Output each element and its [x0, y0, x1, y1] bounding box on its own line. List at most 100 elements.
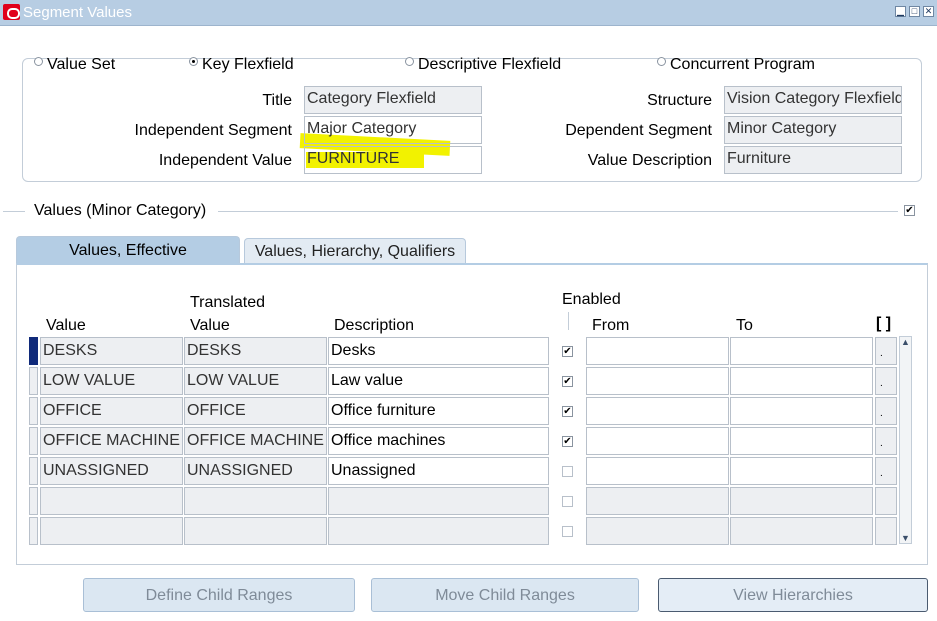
- from-date-cell[interactable]: [586, 487, 729, 515]
- value-description-field[interactable]: Furniture: [724, 146, 902, 174]
- to-date-cell[interactable]: [730, 457, 873, 485]
- translated-value-cell[interactable]: [184, 517, 327, 545]
- translated-value-cell[interactable]: OFFICE MACHINE: [184, 427, 327, 455]
- enabled-checkbox[interactable]: ✔: [562, 376, 573, 387]
- close-icon[interactable]: ✕: [923, 6, 934, 17]
- value-cell[interactable]: OFFICE: [40, 397, 183, 425]
- row-indicator[interactable]: [29, 397, 38, 425]
- row-indicator[interactable]: [29, 487, 38, 515]
- radio-key-flexfield[interactable]: Key Flexfield: [189, 56, 294, 76]
- from-date-cell[interactable]: [586, 367, 729, 395]
- description-cell[interactable]: Unassigned: [328, 457, 549, 485]
- column-header-enabled: Enabled: [562, 291, 621, 308]
- values-section-checkbox[interactable]: ✔: [904, 205, 915, 216]
- row-dff-cell[interactable]: .: [875, 427, 897, 455]
- from-date-cell[interactable]: [586, 427, 729, 455]
- maximize-icon[interactable]: □: [909, 6, 920, 17]
- folder-icon[interactable]: [ ]: [876, 315, 891, 333]
- to-date-cell[interactable]: [730, 487, 873, 515]
- translated-value-cell[interactable]: DESKS: [184, 337, 327, 365]
- dependent-segment-label: Dependent Segment: [565, 122, 712, 139]
- value-cell[interactable]: LOW VALUE: [40, 367, 183, 395]
- independent-value-field[interactable]: FURNITURE: [304, 146, 482, 174]
- title-field[interactable]: Category Flexfield: [304, 86, 482, 114]
- value-cell[interactable]: UNASSIGNED: [40, 457, 183, 485]
- to-date-cell[interactable]: [730, 397, 873, 425]
- radio-label: Key Flexfield: [202, 56, 294, 73]
- to-date-cell[interactable]: [730, 517, 873, 545]
- radio-descriptive-flexfield[interactable]: Descriptive Flexfield: [405, 56, 561, 76]
- from-date-cell[interactable]: [586, 457, 729, 485]
- description-cell[interactable]: Office furniture: [328, 397, 549, 425]
- column-header-translated-value: Value: [190, 317, 230, 334]
- translated-value-cell[interactable]: UNASSIGNED: [184, 457, 327, 485]
- independent-segment-field[interactable]: Major Category: [304, 116, 482, 144]
- from-date-cell[interactable]: [586, 397, 729, 425]
- enabled-checkbox[interactable]: [562, 466, 573, 477]
- radio-label: Concurrent Program: [670, 56, 815, 73]
- structure-label: Structure: [647, 92, 712, 109]
- description-cell[interactable]: Desks: [328, 337, 549, 365]
- enabled-divider: [568, 312, 569, 330]
- define-child-ranges-button[interactable]: Define Child Ranges: [83, 578, 355, 612]
- row-dff-cell[interactable]: [875, 487, 897, 515]
- enabled-checkbox[interactable]: ✔: [562, 346, 573, 357]
- tab-values-effective[interactable]: Values, Effective: [16, 236, 240, 264]
- radio-label: Value Set: [47, 56, 116, 73]
- row-indicator[interactable]: [29, 427, 38, 455]
- description-cell[interactable]: [328, 517, 549, 545]
- radio-label: Descriptive Flexfield: [418, 56, 562, 73]
- column-header-from: From: [592, 317, 630, 334]
- from-date-cell[interactable]: [586, 517, 729, 545]
- scroll-down-icon[interactable]: ▼: [901, 533, 910, 543]
- radio-dot: [405, 57, 414, 66]
- radio-dot: [34, 57, 43, 66]
- tab-values-hierarchy-qualifiers[interactable]: Values, Hierarchy, Qualifiers: [244, 238, 466, 264]
- radio-concurrent-program[interactable]: Concurrent Program: [657, 56, 815, 76]
- row-indicator[interactable]: [29, 367, 38, 395]
- window-title: Segment Values: [23, 4, 132, 21]
- row-dff-cell[interactable]: .: [875, 337, 897, 365]
- to-date-cell[interactable]: [730, 367, 873, 395]
- enabled-checkbox[interactable]: [562, 496, 573, 507]
- move-child-ranges-button[interactable]: Move Child Ranges: [371, 578, 639, 612]
- translated-value-cell[interactable]: LOW VALUE: [184, 367, 327, 395]
- enabled-checkbox[interactable]: ✔: [562, 406, 573, 417]
- row-dff-cell[interactable]: .: [875, 457, 897, 485]
- value-cell[interactable]: [40, 487, 183, 515]
- value-cell[interactable]: [40, 517, 183, 545]
- value-description-label: Value Description: [587, 152, 712, 169]
- dependent-segment-field[interactable]: Minor Category: [724, 116, 902, 144]
- row-dff-cell[interactable]: .: [875, 367, 897, 395]
- row-indicator[interactable]: [29, 517, 38, 545]
- value-cell[interactable]: DESKS: [40, 337, 183, 365]
- radio-value-set[interactable]: Value Set: [34, 56, 115, 76]
- description-cell[interactable]: Office machines: [328, 427, 549, 455]
- row-dff-cell[interactable]: [875, 517, 897, 545]
- vertical-scrollbar[interactable]: ▲ ▼: [899, 336, 912, 544]
- description-cell[interactable]: Law value: [328, 367, 549, 395]
- structure-field[interactable]: Vision Category Flexfield: [724, 86, 902, 114]
- independent-segment-label: Independent Segment: [134, 122, 292, 139]
- window-titlebar: Segment Values ▁ □ ✕: [0, 0, 937, 26]
- radio-dot: [189, 57, 198, 66]
- row-indicator[interactable]: [29, 337, 38, 365]
- section-divider: [218, 211, 898, 212]
- from-date-cell[interactable]: [586, 337, 729, 365]
- value-cell[interactable]: OFFICE MACHINE: [40, 427, 183, 455]
- enabled-checkbox[interactable]: ✔: [562, 436, 573, 447]
- column-header-description: Description: [334, 317, 415, 334]
- to-date-cell[interactable]: [730, 337, 873, 365]
- description-cell[interactable]: [328, 487, 549, 515]
- minimize-icon[interactable]: ▁: [895, 6, 906, 17]
- translated-value-cell[interactable]: OFFICE: [184, 397, 327, 425]
- row-indicator[interactable]: [29, 457, 38, 485]
- scroll-up-icon[interactable]: ▲: [901, 337, 910, 347]
- view-hierarchies-button[interactable]: View Hierarchies: [658, 578, 928, 612]
- to-date-cell[interactable]: [730, 427, 873, 455]
- title-label: Title: [262, 92, 292, 109]
- enabled-checkbox[interactable]: [562, 526, 573, 537]
- oracle-logo-icon: [3, 4, 20, 20]
- row-dff-cell[interactable]: .: [875, 397, 897, 425]
- translated-value-cell[interactable]: [184, 487, 327, 515]
